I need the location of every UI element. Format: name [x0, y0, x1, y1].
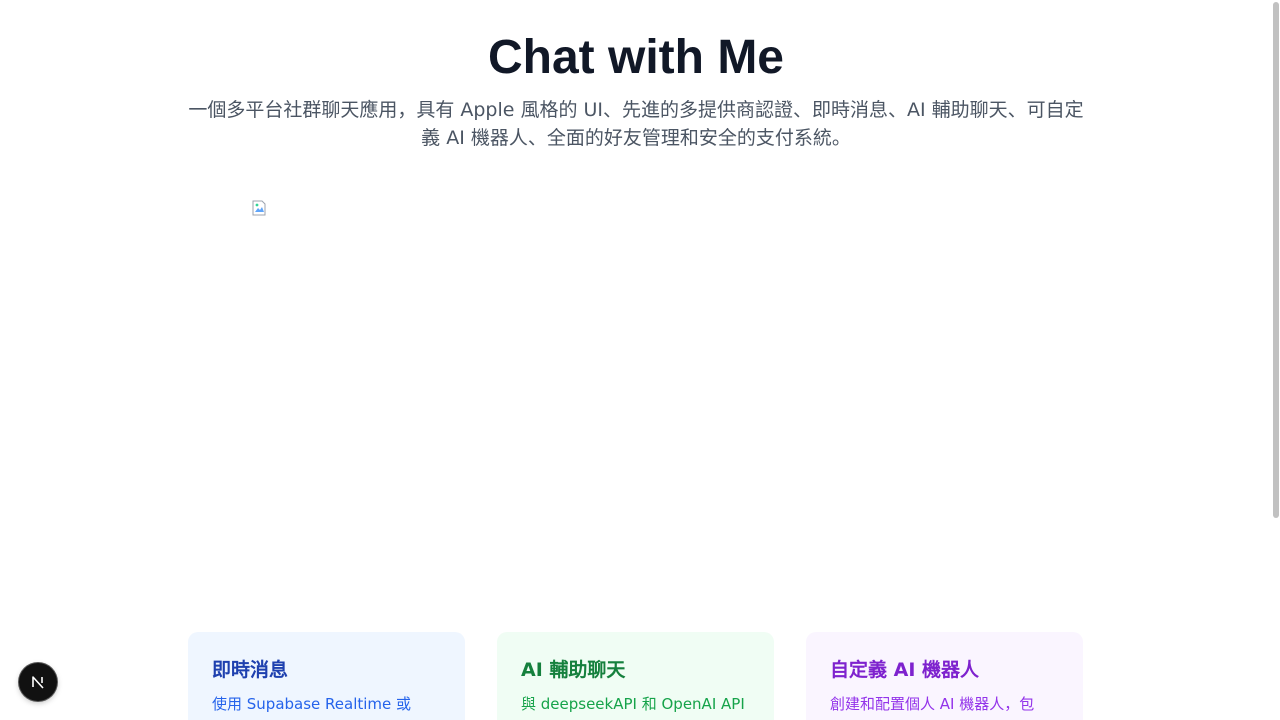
feature-card-realtime: 即時消息 使用 Supabase Realtime 或	[188, 632, 465, 720]
nextjs-logo-icon[interactable]	[19, 663, 57, 701]
page-title: Chat with Me	[488, 31, 784, 84]
broken-image-icon	[252, 200, 268, 216]
feature-card-ai-chat: AI 輔助聊天 與 deepseekAPI 和 OpenAI API	[497, 632, 774, 720]
scrollbar-thumb[interactable]	[1273, 2, 1279, 518]
feature-card-title: 自定義 AI 機器人	[830, 659, 980, 681]
feature-card-description: 創建和配置個人 AI 機器人，包	[830, 695, 1035, 713]
feature-card-title: 即時消息	[212, 659, 289, 681]
features-section: 即時消息 使用 Supabase Realtime 或 AI 輔助聊天 與 de…	[188, 632, 1084, 720]
feature-card-custom-bot: 自定義 AI 機器人 創建和配置個人 AI 機器人，包	[806, 632, 1083, 720]
feature-card-description: 與 deepseekAPI 和 OpenAI API	[521, 695, 745, 713]
vertical-scrollbar[interactable]	[1272, 0, 1280, 720]
feature-card-title: AI 輔助聊天	[521, 659, 626, 681]
page: Chat with Me 一個多平台社群聊天應用，具有 Apple 風格的 UI…	[0, 0, 1280, 720]
feature-card-description: 使用 Supabase Realtime 或	[212, 695, 412, 713]
page-subtitle: 一個多平台社群聊天應用，具有 Apple 風格的 UI、先進的多提供商認證、即時…	[188, 99, 1084, 149]
